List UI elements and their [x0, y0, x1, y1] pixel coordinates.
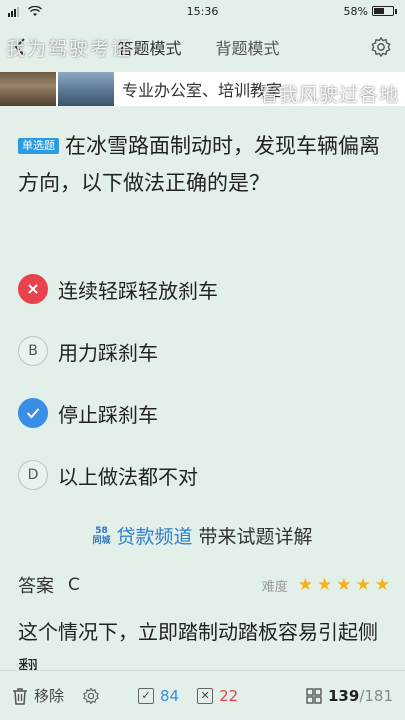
difficulty-rating: 难度 ★ ★ ★ ★ ★ [262, 575, 390, 595]
option-a[interactable]: 连续轻踩轻放刹车 [18, 258, 388, 320]
star-icon: ★ [317, 575, 333, 595]
right-count-value: 84 [160, 686, 180, 705]
sponsor-logo: 58 同城 [92, 526, 110, 546]
answer-value: C [68, 575, 80, 595]
ad-image-office [0, 72, 56, 106]
options-list: 连续轻踩轻放刹车 B 用力踩刹车 停止踩刹车 D 以上做法都不对 [18, 258, 388, 506]
wrong-count[interactable]: ✕ 22 [197, 687, 238, 705]
back-button[interactable] [0, 22, 40, 72]
status-bar: 15:36 58% [0, 0, 405, 22]
bottom-bar: 移除 ✓ 84 ✕ 22 139/181 [0, 670, 405, 720]
question-text: 在冰雪路面制动时，发现车辆偏离方向，以下做法正确的是？ [18, 134, 380, 195]
gear-icon [371, 37, 391, 57]
ad-banner[interactable]: 专业办公室、培训教室 [0, 72, 405, 106]
difficulty-label: 难度 [261, 579, 288, 595]
option-d[interactable]: D 以上做法都不对 [18, 444, 388, 506]
star-icon: ★ [355, 575, 371, 595]
option-a-text: 连续轻踩轻放刹车 [58, 278, 218, 303]
answer-counts: ✓ 84 ✕ 22 [138, 687, 238, 705]
explanation-text: 这个情况下，立即踏制动踏板容易引起侧翻 [18, 620, 378, 670]
cross-box-icon: ✕ [197, 687, 214, 704]
right-count[interactable]: ✓ 84 [138, 687, 179, 705]
trash-icon [13, 687, 27, 705]
star-icon: ★ [374, 575, 390, 595]
tab-memorize-mode[interactable]: 背题模式 [214, 31, 282, 63]
question-type-badge: 单选题 [18, 138, 59, 154]
gear-icon [83, 687, 99, 704]
sponsor-text: 带来试题详解 [198, 526, 313, 548]
option-d-key: D [18, 460, 48, 490]
ad-image-classroom [58, 72, 114, 106]
question-block: 单选题 在冰雪路面制动时，发现车辆偏离方向，以下做法正确的是？ [18, 128, 388, 202]
remove-button[interactable]: 移除 [12, 685, 64, 706]
answer-row: 答案 C 难度 ★ ★ ★ ★ ★ [18, 572, 390, 598]
sponsor-link[interactable]: 贷款频道 [116, 522, 192, 549]
sponsor-logo-top: 58 [95, 525, 108, 536]
ad-text: 专业办公室、培训教室 [122, 81, 283, 100]
wrong-icon [18, 274, 48, 304]
wrong-count-value: 22 [219, 686, 239, 705]
settings-small-button[interactable] [82, 687, 100, 705]
star-icon: ★ [336, 575, 352, 595]
option-d-text: 以上做法都不对 [58, 464, 198, 489]
sponsor-line: 58 同城 贷款频道 带来试题详解 [0, 522, 405, 549]
battery-level-fill [374, 8, 385, 14]
star-icon: ★ [297, 575, 313, 595]
grid-icon [306, 687, 322, 704]
checkmark-icon [18, 398, 48, 428]
answer-label: 答案 [18, 576, 54, 597]
progress-current: 139 [328, 687, 360, 705]
tab-answer-mode[interactable]: 答题模式 [115, 31, 183, 63]
option-b-text: 用力踩刹车 [58, 340, 158, 365]
remove-label: 移除 [34, 687, 65, 705]
question-progress[interactable]: 139/181 [306, 686, 393, 705]
option-b[interactable]: B 用力踩刹车 [18, 320, 388, 382]
settings-button[interactable] [357, 36, 405, 58]
option-c-text: 停止踩刹车 [58, 402, 158, 427]
chevron-left-icon [14, 38, 25, 56]
sponsor-logo-bottom: 同城 [92, 535, 111, 546]
option-c[interactable]: 停止踩刹车 [18, 382, 388, 444]
nav-bar: 答题模式 背题模式 [0, 22, 405, 72]
check-box-icon: ✓ [138, 687, 155, 704]
mode-tabs: 答题模式 背题模式 [40, 31, 357, 63]
progress-total: /181 [359, 687, 393, 705]
status-time: 15:36 [186, 4, 219, 18]
option-b-key: B [18, 336, 48, 366]
battery-icon [372, 6, 394, 16]
